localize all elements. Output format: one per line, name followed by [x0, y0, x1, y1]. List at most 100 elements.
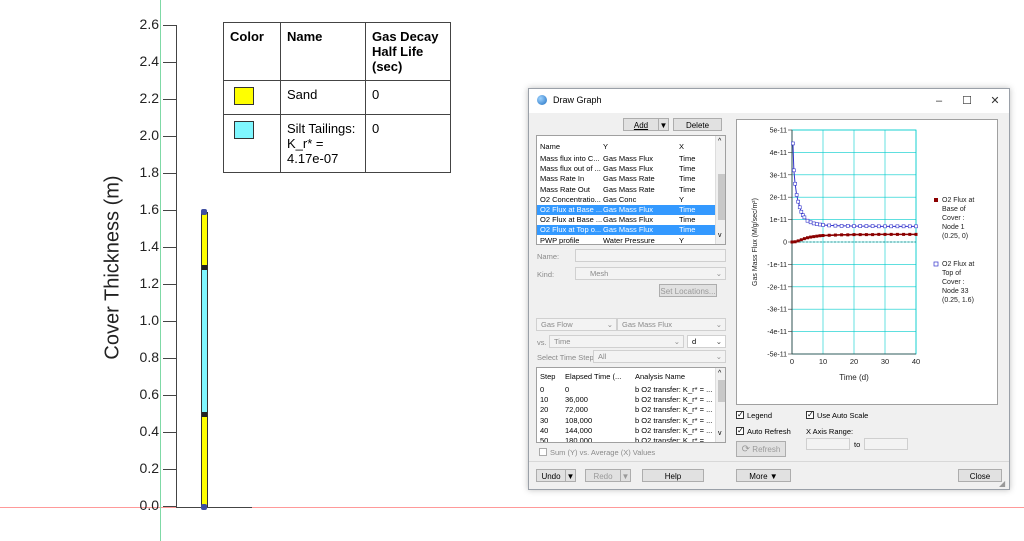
y-quantity-select[interactable]: Gas Mass Flux ⌄	[617, 318, 726, 331]
graph-list-scrollbar[interactable]: ^ v	[715, 136, 725, 244]
column-header[interactable]: Elapsed Time (...	[565, 372, 629, 382]
column-header[interactable]: Y	[603, 142, 673, 152]
x-unit-select[interactable]: d ⌄	[687, 335, 726, 348]
y-tick-label: -2e-11	[767, 284, 787, 291]
minimize-button[interactable]: –	[925, 91, 953, 111]
graph-list-item[interactable]: Mass flux out of ... Gas Mass Flux Time	[537, 164, 715, 174]
undo-button[interactable]: Undo	[536, 469, 566, 482]
time-step-item[interactable]: 40 144,000 b O2 transfer: K_r* = ...	[537, 426, 715, 436]
y-axis-title: Cover Thickness (m)	[101, 175, 124, 360]
refresh-button[interactable]: ⟳ Refresh	[736, 441, 786, 457]
time-step-item[interactable]: 0 0 b O2 transfer: K_r* = ...	[537, 385, 715, 395]
data-point	[793, 240, 797, 244]
maximize-button[interactable]: ☐	[953, 91, 981, 111]
data-point	[901, 224, 906, 229]
graph-list-cell: Time	[679, 164, 696, 174]
time-steps-list[interactable]: Step Elapsed Time (... Analysis Name 0 0 b…	[536, 367, 726, 443]
scroll-thumb[interactable]	[718, 380, 725, 402]
time-step-item[interactable]: 20 72,000 b O2 transfer: K_r* = ...	[537, 405, 715, 415]
set-locations-button[interactable]: Set Locations...	[659, 284, 717, 297]
scroll-down-icon[interactable]: v	[718, 232, 722, 239]
auto-refresh-checkbox[interactable]: ✓	[736, 427, 744, 435]
node-marker[interactable]	[201, 209, 207, 215]
graph-list-item[interactable]: PWP profile Water Pressure Y	[537, 236, 715, 244]
chevron-down-icon: ⌄	[673, 337, 680, 346]
node-marker[interactable]	[202, 265, 207, 270]
graph-list-cell: O2 Concentratio...	[540, 194, 601, 204]
material-header-half-life: Gas Decay Half Life (sec)	[365, 22, 451, 81]
draw-graph-dialog: Draw Graph – ☐ ✕ Add ▼ Delete Name Y X M…	[528, 88, 1010, 490]
data-point	[792, 168, 796, 173]
add-dropdown-button[interactable]: ▼	[658, 118, 669, 131]
column-header[interactable]: Name	[540, 142, 600, 152]
graph-list-item[interactable]: Mass flux into C... Gas Mass Flux Time	[537, 154, 715, 164]
graph-list-cell: Time	[679, 174, 696, 184]
scroll-up-icon[interactable]: ^	[718, 138, 721, 145]
kind-select[interactable]: Mesh ⌄	[575, 267, 726, 280]
y-tick-label: -5e-11	[767, 352, 787, 359]
help-button[interactable]: Help	[642, 469, 704, 482]
node-marker[interactable]	[202, 412, 207, 417]
y-tick-mark	[163, 25, 176, 26]
material-name: Sand	[280, 80, 366, 115]
scroll-down-icon[interactable]: v	[718, 430, 722, 437]
x-axis-title: Time (d)	[839, 373, 869, 382]
graph-list-cell: O2 Flux at Top o...	[540, 225, 602, 235]
sum-average-checkbox[interactable]	[539, 448, 547, 456]
data-point	[821, 223, 825, 227]
steps-list-scrollbar[interactable]: ^ v	[715, 368, 725, 442]
name-input[interactable]	[575, 249, 726, 262]
x-quantity-select[interactable]: Time ⌄	[549, 335, 684, 348]
time-step-item[interactable]: 50 180,000 b O2 transfer: K_r* = ...	[537, 436, 715, 442]
x-range-max-input[interactable]	[864, 438, 908, 450]
column-header[interactable]: Step	[540, 372, 562, 382]
data-point	[895, 224, 900, 229]
graph-list-item[interactable]: O2 Flux at Top o... Gas Mass Flux Time	[537, 225, 715, 236]
time-step-item[interactable]: 10 36,000 b O2 transfer: K_r* = ...	[537, 395, 715, 405]
more-button[interactable]: More ▼	[736, 469, 791, 482]
graph-list-item[interactable]: O2 Flux at Base ... Gas Mass Flux Time	[537, 205, 715, 215]
y-category-select[interactable]: Gas Flow ⌄	[536, 318, 617, 331]
graph-list-cell: O2 Flux at Base ...	[540, 205, 602, 214]
data-point	[806, 236, 809, 240]
graph-list-item[interactable]: Mass Rate Out Gas Mass Rate Time	[537, 185, 715, 195]
column-header[interactable]: X	[679, 142, 709, 152]
graph-list[interactable]: Name Y X Mass flux into C... Gas Mass Flu…	[536, 135, 726, 245]
use-auto-scale-checkbox[interactable]: ✓	[806, 411, 814, 419]
add-button[interactable]: Add	[623, 118, 659, 131]
y-tick-label: 4e-11	[770, 150, 787, 157]
scroll-up-icon[interactable]: ^	[718, 370, 721, 377]
resize-grip-icon[interactable]: ◢	[999, 479, 1005, 488]
time-step-cell: 0	[540, 385, 545, 394]
column-header[interactable]: Analysis Name	[635, 372, 715, 382]
close-button[interactable]: Close	[958, 469, 1002, 482]
redo-button[interactable]: Redo	[585, 469, 621, 482]
y-tick-label: -1e-11	[767, 262, 787, 269]
close-window-button[interactable]: ✕	[981, 91, 1009, 111]
delete-button[interactable]: Delete	[673, 118, 722, 131]
undo-dropdown-button[interactable]: ▼	[565, 469, 576, 482]
legend-checkbox[interactable]: ✓	[736, 411, 744, 419]
graph-list-cell: Y	[679, 194, 685, 204]
scroll-thumb[interactable]	[718, 174, 725, 220]
data-point	[791, 141, 795, 146]
kind-label: Kind:	[537, 270, 555, 279]
time-steps-select[interactable]: All ⌄	[593, 350, 726, 363]
data-point	[914, 232, 918, 236]
material-header-name: Name	[280, 22, 366, 81]
redo-dropdown-button[interactable]: ▼	[620, 469, 631, 482]
graph-list-item[interactable]: O2 Flux at Base ... Gas Mass Flux Time	[537, 215, 715, 225]
node-marker[interactable]	[201, 504, 207, 510]
data-point	[821, 234, 825, 238]
data-point	[833, 223, 838, 228]
dialog-titlebar[interactable]: Draw Graph – ☐ ✕	[529, 89, 1009, 113]
graph-list-item[interactable]: O2 Concentratio... Gas Conc Y	[537, 195, 715, 205]
x-tick-label: 40	[912, 357, 920, 366]
time-step-item[interactable]: 30 108,000 b O2 transfer: K_r* = ...	[537, 416, 715, 426]
x-range-min-input[interactable]	[806, 438, 850, 450]
graph-list-item[interactable]: Mass Rate In Gas Mass Rate Time	[537, 174, 715, 184]
data-point	[802, 215, 807, 220]
kind-value: Mesh	[590, 269, 609, 278]
x-quantity-value: Time	[554, 337, 571, 346]
material-table: Color Name Gas Decay Half Life (sec) San…	[223, 22, 451, 173]
